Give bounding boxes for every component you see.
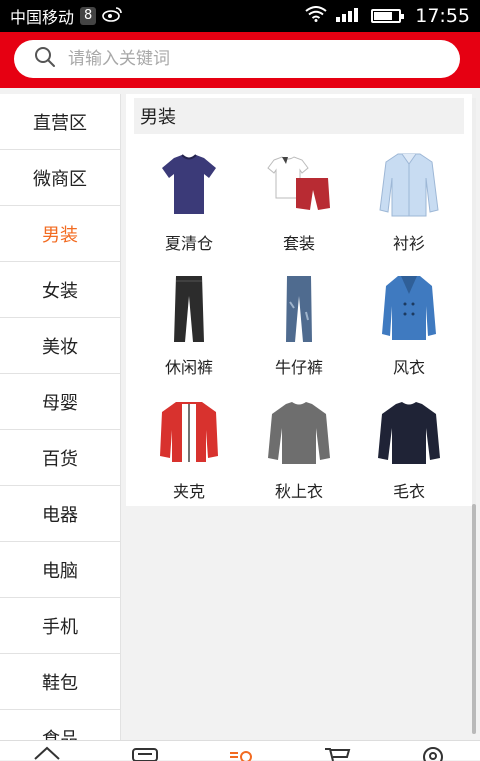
search-icon xyxy=(34,46,56,72)
product-tile[interactable]: 秋上衣 xyxy=(244,392,354,512)
product-tile[interactable]: 夏清仓 xyxy=(134,144,244,264)
status-bar: 中国移动 8 17:55 xyxy=(0,0,480,32)
search-input[interactable] xyxy=(68,49,408,69)
sidebar-item[interactable]: 手机 xyxy=(0,598,120,654)
casual-pants-icon xyxy=(174,276,204,342)
product-label: 夹克 xyxy=(172,482,205,501)
user-icon[interactable] xyxy=(418,745,448,761)
status-icons: 17:55 xyxy=(305,5,470,27)
sidebar-item[interactable]: 电器 xyxy=(0,486,120,542)
category-list-icon[interactable] xyxy=(130,745,160,761)
product-tile[interactable]: 毛衣 xyxy=(354,392,464,512)
sidebar-item-active[interactable]: 男装 xyxy=(0,206,120,262)
product-tile[interactable]: 休闲裤 xyxy=(134,268,244,388)
jeans-icon xyxy=(286,276,312,342)
product-label: 套装 xyxy=(282,234,315,253)
clock: 17:55 xyxy=(415,5,470,27)
jacket-icon xyxy=(160,402,218,462)
product-label: 休闲裤 xyxy=(164,358,213,377)
product-tile[interactable]: 牛仔裤 xyxy=(244,268,354,388)
battery-icon xyxy=(371,9,405,23)
home-icon[interactable] xyxy=(32,745,62,761)
bottom-tab-bar xyxy=(0,740,480,761)
category-sidebar[interactable]: 直营区 微商区 男装 女装 美妆 母婴 百货 电器 电脑 手机 鞋包 食品 xyxy=(0,94,121,740)
product-label: 毛衣 xyxy=(392,482,425,501)
header-bar xyxy=(0,32,480,88)
notification-badge: 8 xyxy=(80,7,97,25)
sidebar-item[interactable]: 电脑 xyxy=(0,542,120,598)
product-tile[interactable]: 衬衫 xyxy=(354,144,464,264)
scrollbar[interactable] xyxy=(472,98,476,734)
dress-shirt-icon xyxy=(379,153,439,217)
sidebar-item[interactable]: 美妆 xyxy=(0,318,120,374)
sidebar-item[interactable]: 母婴 xyxy=(0,374,120,430)
weibo-icon xyxy=(102,6,123,26)
category-title: 男装 xyxy=(134,98,464,134)
category-icon[interactable] xyxy=(226,745,256,761)
category-content: 男装 夏清仓 套装 衬衫 休闲裤 牛仔裤 风衣 夹克 秋上衣 毛衣 xyxy=(126,94,472,506)
cart-icon[interactable] xyxy=(322,745,352,761)
product-label: 夏清仓 xyxy=(164,234,213,253)
trench-coat-icon xyxy=(382,276,436,340)
product-label: 秋上衣 xyxy=(274,482,323,501)
sidebar-item[interactable]: 食品 xyxy=(0,710,120,740)
product-tile[interactable]: 风衣 xyxy=(354,268,464,388)
wifi-icon xyxy=(305,6,327,26)
carrier-name: 中国移动 xyxy=(10,8,75,27)
tshirt-icon xyxy=(162,154,216,214)
search-bar[interactable] xyxy=(14,40,460,78)
signal-icon xyxy=(335,6,363,26)
sweater-icon xyxy=(378,402,440,464)
product-tile[interactable]: 套装 xyxy=(244,144,354,264)
scrollbar-thumb[interactable] xyxy=(472,504,476,734)
sweatshirt-icon xyxy=(268,402,330,464)
sidebar-item[interactable]: 微商区 xyxy=(0,150,120,206)
sidebar-item[interactable]: 百货 xyxy=(0,430,120,486)
shirt-shorts-set-icon xyxy=(267,156,330,210)
product-label: 牛仔裤 xyxy=(274,358,323,377)
product-label: 风衣 xyxy=(392,358,425,377)
sidebar-item[interactable]: 直营区 xyxy=(0,94,120,150)
sidebar-item[interactable]: 女装 xyxy=(0,262,120,318)
product-tile[interactable]: 夹克 xyxy=(134,392,244,512)
sidebar-item[interactable]: 鞋包 xyxy=(0,654,120,710)
product-label: 衬衫 xyxy=(392,234,425,253)
